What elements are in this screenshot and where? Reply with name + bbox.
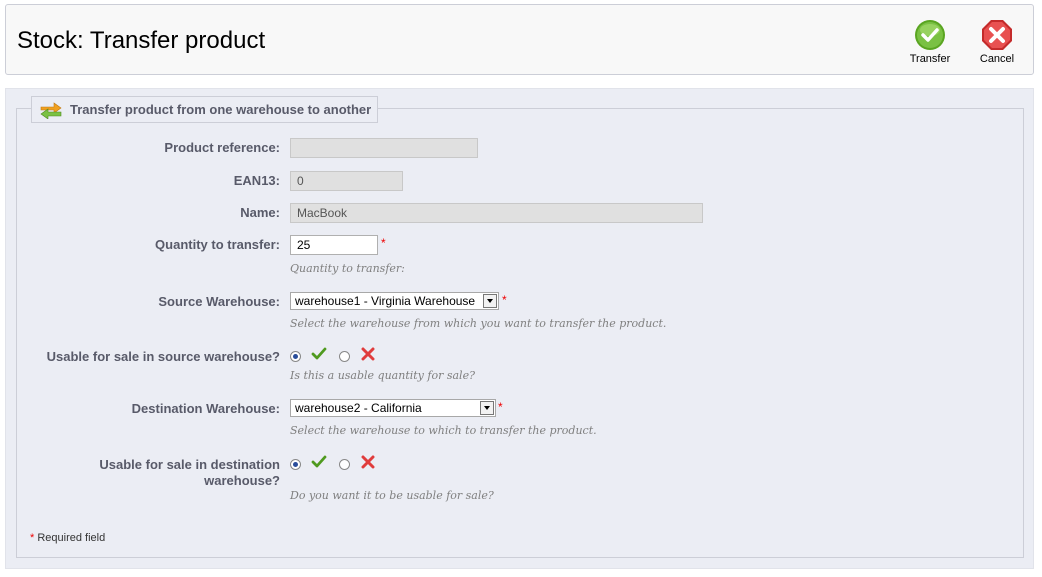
usable-destination-label-line2: warehouse?	[204, 473, 280, 488]
cross-icon	[361, 347, 375, 361]
product-reference-field	[290, 138, 478, 158]
legend-text: Transfer product from one warehouse to a…	[70, 102, 372, 117]
usable-source-label: Usable for sale in source warehouse?	[46, 349, 280, 364]
checkmark-icon	[311, 455, 327, 468]
quantity-input[interactable]: 25	[290, 235, 378, 255]
chevron-down-icon[interactable]	[480, 401, 494, 415]
cancel-button[interactable]: Cancel	[972, 19, 1022, 65]
required-star: *	[502, 293, 507, 307]
transfer-button[interactable]: Transfer	[905, 19, 955, 65]
ean13-label: EAN13:	[233, 173, 280, 188]
required-star: *	[498, 400, 503, 414]
required-note-star: *	[30, 532, 35, 544]
destination-warehouse-value: warehouse2 - California	[295, 401, 422, 415]
product-reference-label: Product reference:	[164, 140, 280, 155]
page-title: Stock: Transfer product	[17, 27, 266, 54]
quantity-hint: Quantity to transfer:	[290, 262, 405, 275]
ean13-field: 0	[290, 171, 403, 191]
transfer-label: Transfer	[909, 53, 951, 65]
source-warehouse-value: warehouse1 - Virginia Warehouse	[295, 294, 476, 308]
form-legend: Transfer product from one warehouse to a…	[31, 96, 379, 123]
toolbar: Stock: Transfer product Transfer Cancel	[5, 4, 1034, 75]
usable-destination-label: Usable for sale in destination warehouse…	[0, 457, 280, 489]
checkmark-icon	[311, 347, 327, 360]
usable-destination-hint: Do you want it to be usable for sale?	[290, 489, 494, 502]
transfer-arrows-icon	[40, 102, 62, 119]
usable-destination-yes-radio[interactable]	[290, 459, 301, 470]
required-star: *	[381, 236, 386, 250]
quantity-label: Quantity to transfer:	[155, 237, 280, 252]
source-warehouse-hint: Select the warehouse from which you want…	[290, 317, 667, 330]
required-field-note: * Required field	[30, 532, 105, 544]
destination-warehouse-hint: Select the warehouse to which to transfe…	[290, 424, 597, 437]
destination-warehouse-select[interactable]: warehouse2 - California	[290, 399, 496, 417]
destination-warehouse-label: Destination Warehouse:	[131, 401, 280, 416]
cancel-label: Cancel	[979, 53, 1015, 65]
check-circle-icon	[915, 20, 945, 50]
source-warehouse-select[interactable]: warehouse1 - Virginia Warehouse	[290, 292, 499, 310]
usable-source-no-radio[interactable]	[339, 351, 350, 362]
usable-source-hint: Is this a usable quantity for sale?	[290, 369, 475, 382]
source-warehouse-label: Source Warehouse:	[158, 294, 280, 309]
chevron-down-icon[interactable]	[483, 294, 497, 308]
usable-destination-label-line1: Usable for sale in destination	[99, 457, 280, 472]
usable-source-yes-radio[interactable]	[290, 351, 301, 362]
x-octagon-icon	[982, 20, 1012, 50]
name-label: Name:	[240, 205, 280, 220]
usable-destination-no-radio[interactable]	[339, 459, 350, 470]
cross-icon	[361, 455, 375, 469]
name-field: MacBook	[290, 203, 703, 223]
required-note-text: Required field	[37, 532, 106, 544]
